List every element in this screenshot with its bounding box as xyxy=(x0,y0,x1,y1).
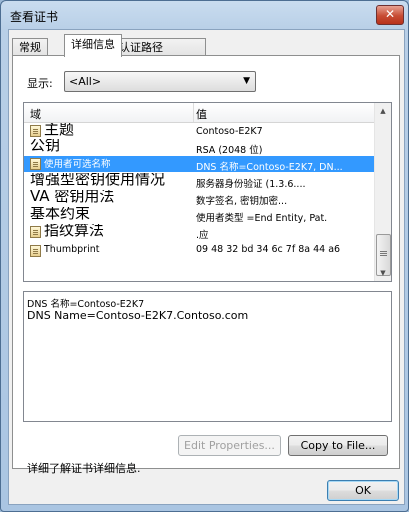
dialog-body: 常规 详细信息 认证路径 显示: <All> ▼ 域 值 主题 Contoso-… xyxy=(8,29,405,505)
certificate-field-icon xyxy=(30,226,41,238)
field-value: RSA (2048 位) xyxy=(196,145,263,155)
list-item[interactable]: 主题 Contoso-E2K7 xyxy=(24,123,375,139)
field-name: 指纹算法 xyxy=(44,224,105,239)
field-cell: 主题 xyxy=(30,123,190,139)
show-dropdown-value: <All> xyxy=(69,75,102,88)
list-item[interactable]: 增强型密钥使用情况 服务器身份验证 (1.3.6.... xyxy=(24,173,375,189)
field-name: 基本约束 xyxy=(30,207,91,222)
field-value: 使用者类型 =End Entity, Pat. xyxy=(196,213,328,223)
field-name: 增强型密钥使用情况 xyxy=(30,173,166,188)
list-item[interactable]: VA 密钥用法 数字签名, 密钥加密... xyxy=(24,190,375,206)
edit-properties-button[interactable]: Edit Properties... xyxy=(178,435,281,456)
certificate-field-icon xyxy=(30,158,41,170)
field-name: 公钥 xyxy=(30,139,61,154)
column-header-field[interactable]: 域 xyxy=(30,106,41,122)
detail-line: DNS Name=Contoso-E2K7.Contoso.com xyxy=(27,309,249,322)
field-cell: 增强型密钥使用情况 xyxy=(30,173,190,189)
field-cell: Thumbprint xyxy=(30,243,190,257)
field-name: 使用者可选名称 xyxy=(44,159,111,170)
field-value: .应 xyxy=(196,230,209,240)
column-divider[interactable] xyxy=(193,103,194,122)
list-item[interactable]: 基本约束 使用者类型 =End Entity, Pat. xyxy=(24,207,375,223)
field-name: Thumbprint xyxy=(44,244,100,255)
fields-list[interactable]: 域 值 主题 Contoso-E2K7 公钥 RSA (2048 位) 使用者可… xyxy=(23,102,392,282)
list-item[interactable]: 指纹算法 .应 xyxy=(24,224,375,240)
field-detail-box[interactable]: DNS 名称=Contoso-E2K7 DNS Name=Contoso-E2K… xyxy=(23,291,392,422)
tab-general[interactable]: 常规 xyxy=(12,38,48,56)
ok-button[interactable]: OK xyxy=(327,480,399,501)
list-scrollbar[interactable]: ▲ ▼ xyxy=(374,103,391,281)
field-value: 数字签名, 密钥加密... xyxy=(196,196,288,206)
field-cell: 使用者可选名称 xyxy=(30,156,190,172)
list-item[interactable]: 公钥 RSA (2048 位) xyxy=(24,139,375,155)
field-name: VA 密钥用法 xyxy=(30,190,115,205)
list-header: 域 值 xyxy=(24,103,375,123)
field-cell: 公钥 xyxy=(30,139,190,155)
window-title: 查看证书 xyxy=(10,10,59,24)
field-name: 主题 xyxy=(44,123,75,138)
column-header-value[interactable]: 值 xyxy=(196,106,207,122)
chevron-down-icon: ▼ xyxy=(243,76,250,86)
detail-line: DNS 名称=Contoso-E2K7 xyxy=(27,299,145,310)
show-label: 显示: xyxy=(27,77,53,90)
list-item-selected[interactable]: 使用者可选名称 DNS 名称=Contoso-E2K7, DN... xyxy=(24,156,375,172)
learn-more-link[interactable]: 详细了解证书详细信息. xyxy=(27,460,141,476)
scroll-down-arrow-icon[interactable]: ▼ xyxy=(375,265,391,281)
tab-certification-path[interactable]: 认证路径 xyxy=(112,38,206,56)
field-value: 09 48 32 bd 34 6c 7f 8a 44 a6 xyxy=(196,244,341,255)
list-item[interactable]: Thumbprint 09 48 32 bd 34 6c 7f 8a 44 a6 xyxy=(24,243,375,257)
close-button[interactable]: ✕ xyxy=(376,5,404,25)
field-cell: 基本约束 xyxy=(30,207,190,223)
tab-details[interactable]: 详细信息 xyxy=(64,34,122,57)
show-dropdown[interactable]: <All> ▼ xyxy=(64,71,256,92)
scroll-up-arrow-icon[interactable]: ▲ xyxy=(375,103,391,119)
field-cell: VA 密钥用法 xyxy=(30,190,190,206)
certificate-dialog: 查看证书 ✕ 常规 详细信息 认证路径 显示: <All> ▼ 域 值 主题 C… xyxy=(0,0,409,512)
field-value: 服务器身份验证 (1.3.6.... xyxy=(196,179,306,189)
copy-to-file-button[interactable]: Copy to File... xyxy=(288,435,388,456)
certificate-field-icon xyxy=(30,245,41,257)
title-bar: 查看证书 ✕ xyxy=(1,1,409,29)
field-value: Contoso-E2K7 xyxy=(196,126,263,137)
details-panel: 显示: <All> ▼ 域 值 主题 Contoso-E2K7 公钥 RSA (… xyxy=(12,55,400,475)
field-cell: 指纹算法 xyxy=(30,224,190,240)
field-value: DNS 名称=Contoso-E2K7, DN... xyxy=(196,162,343,172)
certificate-field-icon xyxy=(30,125,41,137)
